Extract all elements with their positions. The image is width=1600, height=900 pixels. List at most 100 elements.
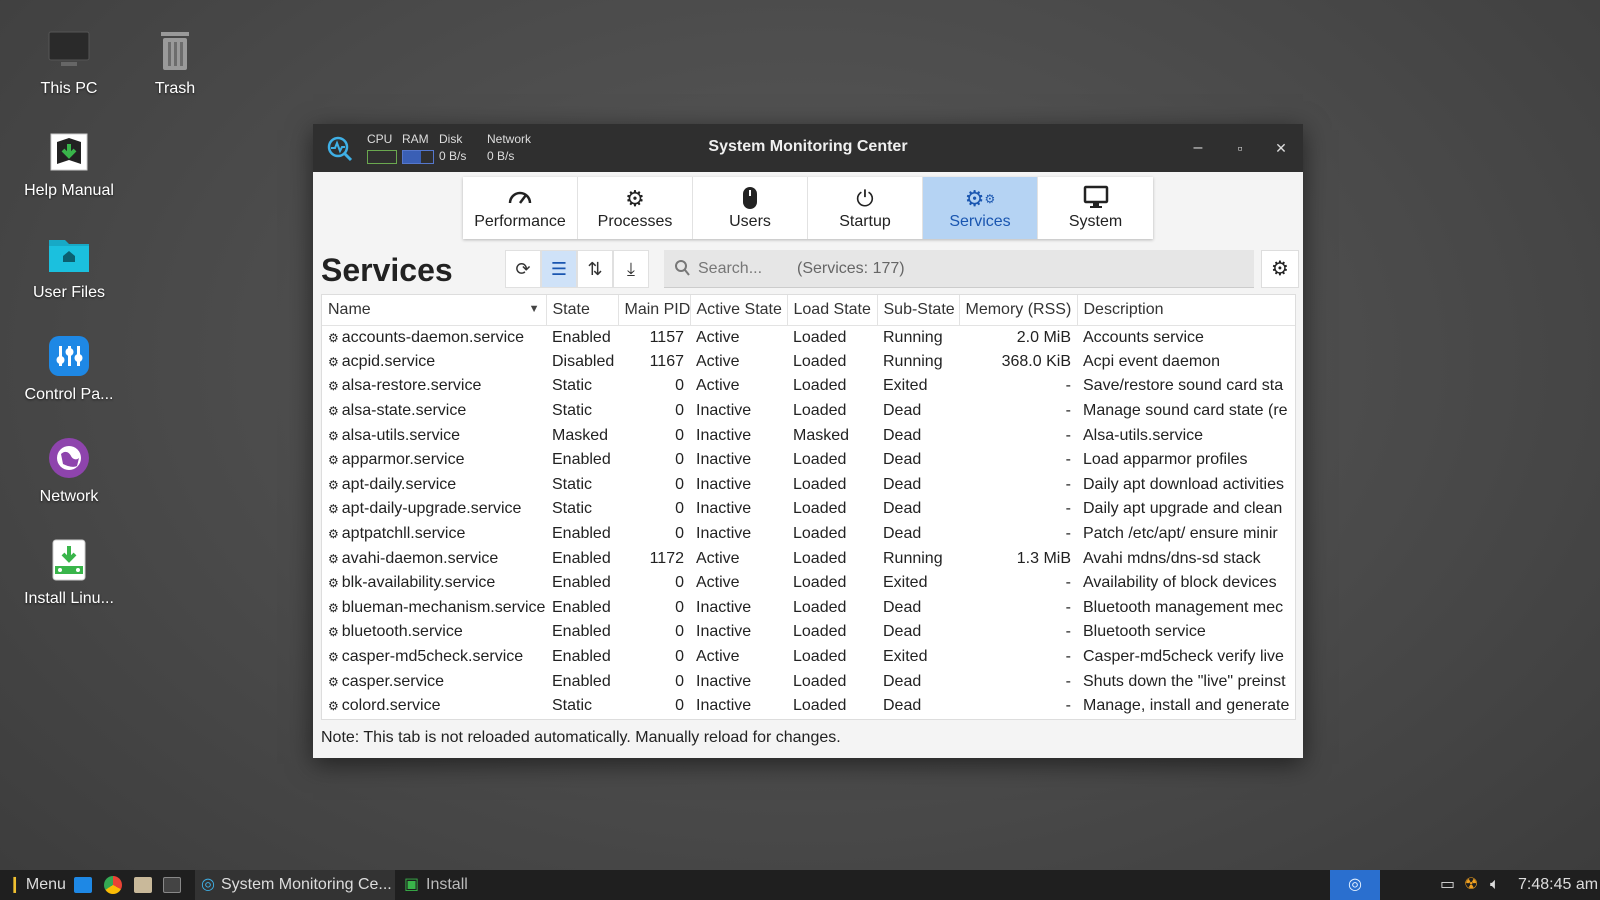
- table-row[interactable]: ⚙ avahi-daemon.service Enabled 1172 Active Lo…: [322, 546, 1295, 571]
- minimize-button[interactable]: –: [1186, 136, 1210, 160]
- taskbar-item-install[interactable]: ▣ Install: [402, 870, 468, 900]
- table-row[interactable]: ⚙ apparmor.service Enabled 0 Inactive Loaded D…: [322, 448, 1295, 473]
- column-header-sub-state[interactable]: Sub-State: [877, 295, 960, 326]
- cell-name: ⚙ blueman-mechanism.service: [322, 596, 546, 621]
- cell-text: 0: [675, 525, 684, 543]
- table-row[interactable]: ⚙ apt-daily.service Static 0 Inactive Loaded D…: [322, 473, 1295, 498]
- cell-sub-state: Running: [877, 350, 959, 375]
- desktop-icon-user-files[interactable]: User Files: [14, 232, 124, 302]
- menu-button[interactable]: ❙ Menu: [8, 870, 66, 900]
- desktop-icon[interactable]: [74, 877, 92, 893]
- search-input[interactable]: Search... (Services: 177): [664, 250, 1254, 288]
- cell-text: Dead: [883, 500, 922, 518]
- cpu-bar: [367, 150, 397, 164]
- cell-sub-state: Dead: [877, 448, 959, 473]
- cell-text: Loaded: [793, 402, 847, 420]
- cell-main-pid: 1157: [618, 325, 690, 350]
- close-button[interactable]: ✕: [1269, 136, 1293, 160]
- tab-label: Processes: [597, 213, 673, 230]
- table-row[interactable]: ⚙ accounts-daemon.service Enabled 1157 Activ…: [322, 325, 1295, 350]
- cell-load-state: Loaded: [787, 522, 877, 547]
- taskbar-item-system-monitoring[interactable]: ◎ System Monitoring Ce...: [195, 870, 395, 900]
- cell-sub-state: Dead: [877, 473, 959, 498]
- table-row[interactable]: ⚙ casper.service Enabled 0 Inactive Loaded Dea…: [322, 669, 1295, 694]
- desktop-icon-network[interactable]: Network: [14, 436, 124, 506]
- services-table[interactable]: Name ▼ State Main PID Active State Load S…: [321, 294, 1296, 720]
- sort-ascending-button[interactable]: ⇅: [577, 250, 613, 288]
- desktop-icon-control-panel[interactable]: Control Pa...: [14, 334, 124, 404]
- cell-name: ⚙ alsa-restore.service: [322, 374, 546, 399]
- column-header-load-state[interactable]: Load State: [787, 295, 878, 326]
- desktop-icon-help-manual[interactable]: Help Manual: [14, 130, 124, 200]
- cell-text: acpid.service: [341, 352, 436, 370]
- cell-active-state: Inactive: [690, 448, 787, 473]
- volume-icon[interactable]: 🔈︎: [1490, 870, 1500, 900]
- desktop-icon-trash[interactable]: Trash: [120, 28, 230, 98]
- cell-state: Enabled: [546, 448, 618, 473]
- cell-text: alsa-restore.service: [341, 377, 482, 395]
- cell-state: Static: [546, 399, 618, 424]
- maximize-button[interactable]: ▫: [1228, 136, 1252, 160]
- tab-services[interactable]: ⚙⚙ Services: [923, 177, 1038, 239]
- table-row[interactable]: ⚙ blueman-mechanism.service Enabled 0 Inacti…: [322, 596, 1295, 621]
- cell-text: Active: [696, 648, 740, 666]
- mini-disk-value: 0 B/s: [439, 149, 467, 163]
- tab-startup[interactable]: ⏻ Startup: [808, 177, 923, 239]
- file-manager-icon[interactable]: [134, 877, 152, 893]
- settings-button[interactable]: ⚙: [1261, 250, 1299, 288]
- install-icon: [47, 538, 91, 582]
- cell-text: Loaded: [793, 500, 847, 518]
- cell-text: Active: [696, 549, 740, 567]
- column-header-active-state[interactable]: Active State: [690, 295, 788, 326]
- workspace-switcher[interactable]: ◎: [1330, 870, 1380, 900]
- remove-sort-button[interactable]: ⤓: [613, 250, 649, 288]
- table-row[interactable]: ⚙ apt-daily-upgrade.service Static 0 Inactiv…: [322, 497, 1295, 522]
- taskbar-item-label: System Monitoring Ce...: [221, 876, 392, 893]
- refresh-button[interactable]: ⟳: [505, 250, 541, 288]
- tab-system[interactable]: System: [1038, 177, 1153, 239]
- tab-users[interactable]: Users: [693, 177, 808, 239]
- update-manager-icon[interactable]: ☢: [1464, 870, 1478, 900]
- window-titlebar[interactable]: CPU RAM Disk 0 B/s Network 0 B/s System …: [313, 124, 1303, 172]
- cell-text: 0: [675, 598, 684, 616]
- cell-text: Loaded: [793, 475, 847, 493]
- table-row[interactable]: ⚙ blk-availability.service Enabled 0 Active L…: [322, 571, 1295, 596]
- cell-active-state: Active: [690, 571, 787, 596]
- table-row[interactable]: ⚙ colord.service Static 0 Inactive Loaded Dead…: [322, 694, 1295, 719]
- column-header-main-pid[interactable]: Main PID: [618, 295, 691, 326]
- desktop-icon-install[interactable]: Install Linu...: [14, 538, 124, 608]
- table-row[interactable]: ⚙ casper-md5check.service Enabled 0 Active Lo…: [322, 645, 1295, 670]
- list-view-button[interactable]: ☰: [541, 250, 577, 288]
- table-row[interactable]: ⚙ acpid.service Disabled 1167 Active Loaded Ru…: [322, 350, 1295, 375]
- ram-bar: [402, 150, 434, 164]
- table-row[interactable]: ⚙ bluetooth.service Enabled 0 Inactive Loaded…: [322, 620, 1295, 645]
- sort-desc-icon: ▼: [528, 302, 540, 315]
- tab-processes[interactable]: ⚙ Processes: [578, 177, 693, 239]
- cell-text: Availability of block devices: [1083, 574, 1277, 592]
- browser-icon[interactable]: [104, 876, 122, 894]
- tab-performance[interactable]: Performance: [463, 177, 578, 239]
- cell-text: Loaded: [793, 574, 847, 592]
- cell-load-state: Loaded: [787, 473, 877, 498]
- table-row[interactable]: ⚙ alsa-utils.service Masked 0 Inactive Masked…: [322, 423, 1295, 448]
- cell-text: Inactive: [696, 500, 752, 518]
- cell-sub-state: Dead: [877, 620, 959, 645]
- cell-text: Running: [883, 328, 943, 346]
- table-row[interactable]: ⚙ alsa-state.service Static 0 Inactive Loaded…: [322, 399, 1295, 424]
- clock[interactable]: 7:48:45 am: [1518, 870, 1598, 900]
- notifications-icon[interactable]: ▭: [1440, 870, 1455, 900]
- column-header-name[interactable]: Name ▼: [322, 295, 547, 326]
- monitor-icon: [47, 28, 91, 72]
- cell-state: Static: [546, 473, 618, 498]
- table-row[interactable]: ⚙ alsa-restore.service Static 0 Active Loaded…: [322, 374, 1295, 399]
- cell-text: Loaded: [793, 549, 847, 567]
- terminal-icon[interactable]: [163, 877, 181, 893]
- table-row[interactable]: ⚙ aptpatchll.service Enabled 0 Inactive Loade…: [322, 522, 1295, 547]
- cell-main-pid: 0: [618, 497, 690, 522]
- column-header-state[interactable]: State: [546, 295, 619, 326]
- desktop-icon-label: This PC: [40, 80, 98, 97]
- column-header-memory[interactable]: Memory (RSS): [959, 295, 1078, 326]
- cell-name: ⚙ blk-availability.service: [322, 571, 546, 596]
- desktop-icon-this-pc[interactable]: This PC: [14, 28, 124, 98]
- column-header-description[interactable]: Description: [1077, 295, 1295, 326]
